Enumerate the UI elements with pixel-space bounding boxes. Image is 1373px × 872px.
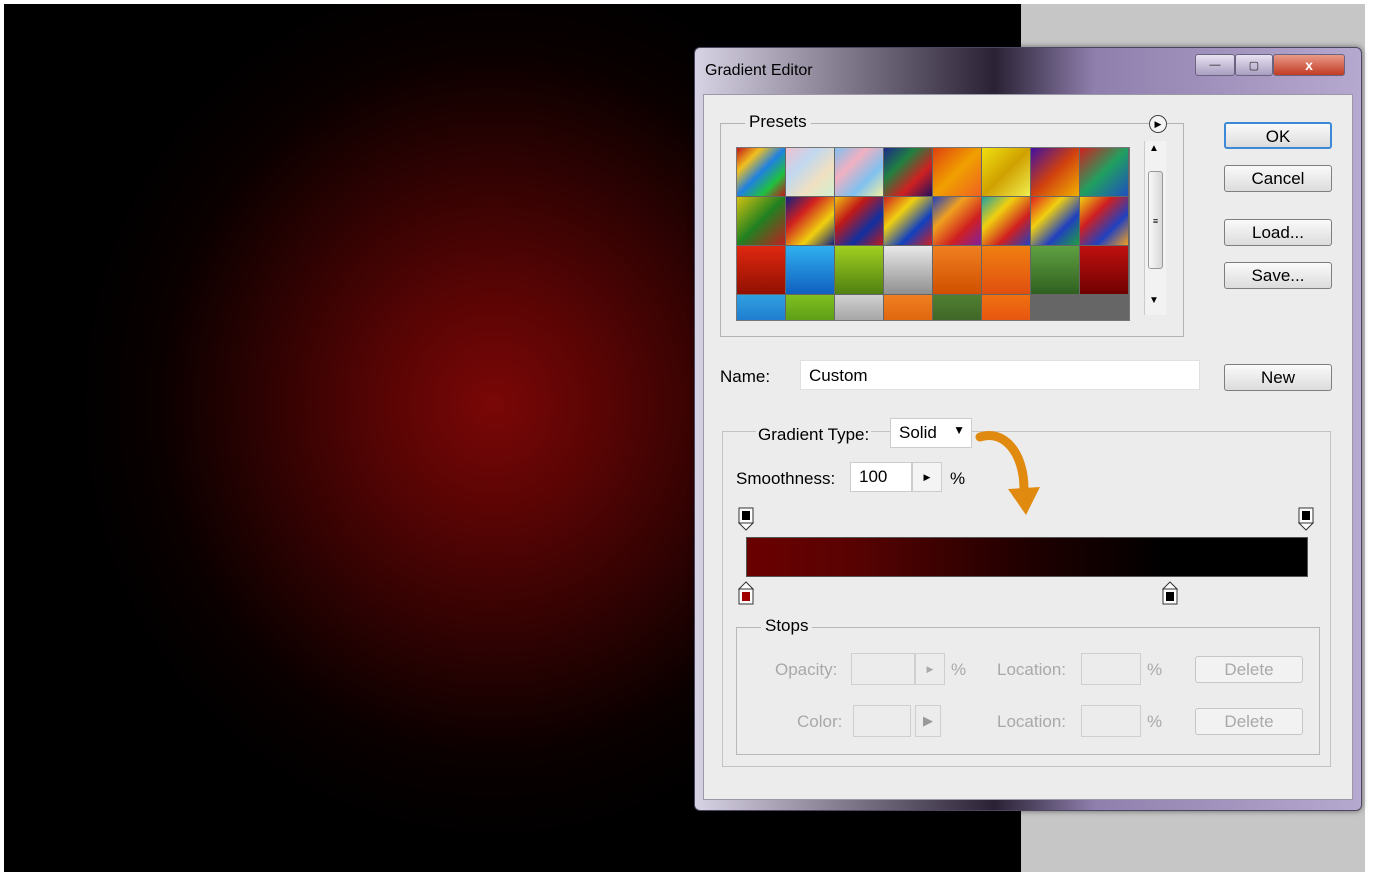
preset-swatch[interactable] bbox=[835, 246, 883, 294]
preset-swatch[interactable] bbox=[933, 295, 981, 320]
smoothness-unit: % bbox=[950, 469, 966, 488]
presets-group: Presets ▶ bbox=[720, 112, 1184, 337]
gradient-type-value: Solid bbox=[899, 423, 937, 442]
preset-swatch[interactable] bbox=[835, 295, 883, 320]
opacity-input[interactable] bbox=[851, 653, 915, 685]
gradient-editor-dialog: Gradient Editor — ▢ x Presets ▶ ▲ ≡ ▼ OK… bbox=[694, 47, 1362, 811]
preset-swatch[interactable] bbox=[1031, 197, 1079, 245]
preset-swatch[interactable] bbox=[737, 295, 785, 320]
preset-swatch[interactable] bbox=[737, 246, 785, 294]
preset-swatch[interactable] bbox=[884, 246, 932, 294]
presets-legend: Presets bbox=[745, 112, 811, 132]
chevron-down-icon: ▼ bbox=[953, 423, 965, 437]
preset-swatch[interactable] bbox=[1031, 148, 1079, 196]
smoothness-stepper[interactable]: ▶ bbox=[912, 462, 942, 492]
preset-swatch[interactable] bbox=[786, 295, 834, 320]
smoothness-label: Smoothness: bbox=[736, 469, 836, 488]
gradient-preview-bar[interactable] bbox=[746, 537, 1308, 577]
preset-swatch[interactable] bbox=[737, 197, 785, 245]
preset-swatch[interactable] bbox=[982, 295, 1030, 320]
delete-opacity-stop-button[interactable]: Delete bbox=[1195, 656, 1303, 683]
preset-swatch[interactable] bbox=[1080, 197, 1128, 245]
smoothness-input[interactable]: 100 bbox=[850, 462, 912, 492]
stops-legend: Stops bbox=[761, 616, 813, 636]
preset-swatch[interactable] bbox=[737, 148, 785, 196]
color-swatch[interactable] bbox=[853, 705, 911, 737]
preset-swatch[interactable] bbox=[982, 148, 1030, 196]
color-stop-right[interactable] bbox=[1162, 581, 1178, 605]
scroll-up-arrow-icon[interactable]: ▲ bbox=[1149, 143, 1159, 154]
opacity-location-label: Location: bbox=[997, 660, 1066, 679]
preset-swatch[interactable] bbox=[933, 148, 981, 196]
opacity-stop-right[interactable] bbox=[1298, 507, 1314, 531]
presets-scrollbar[interactable]: ▲ ≡ ▼ bbox=[1144, 141, 1166, 315]
opacity-label: Opacity: bbox=[775, 660, 838, 679]
opacity-stop-left[interactable] bbox=[738, 507, 754, 531]
presets-menu-icon[interactable]: ▶ bbox=[1149, 115, 1167, 133]
preset-swatch[interactable] bbox=[933, 246, 981, 294]
opacity-stepper[interactable]: ▶ bbox=[915, 653, 945, 685]
preset-swatch[interactable] bbox=[884, 295, 932, 320]
ok-button[interactable]: OK bbox=[1224, 122, 1332, 149]
save-button[interactable]: Save... bbox=[1224, 262, 1332, 289]
gradient-type-label: Gradient Type: bbox=[756, 425, 872, 445]
delete-color-stop-button[interactable]: Delete bbox=[1195, 708, 1303, 735]
color-location-label: Location: bbox=[997, 712, 1066, 731]
preset-swatch[interactable] bbox=[786, 246, 834, 294]
maximize-button[interactable]: ▢ bbox=[1235, 54, 1273, 76]
preset-swatch[interactable] bbox=[884, 148, 932, 196]
color-label: Color: bbox=[797, 712, 843, 731]
color-picker-arrow-icon[interactable]: ▶ bbox=[915, 705, 941, 737]
close-button[interactable]: x bbox=[1273, 54, 1345, 76]
dialog-body: Presets ▶ ▲ ≡ ▼ OK Cancel Load... Save..… bbox=[703, 94, 1353, 800]
scroll-thumb[interactable]: ≡ bbox=[1148, 171, 1163, 269]
load-button[interactable]: Load... bbox=[1224, 219, 1332, 246]
color-location-input[interactable] bbox=[1081, 705, 1141, 737]
preset-swatch[interactable] bbox=[786, 197, 834, 245]
opacity-location-input[interactable] bbox=[1081, 653, 1141, 685]
preset-swatch[interactable] bbox=[835, 148, 883, 196]
gradient-type-select[interactable]: Solid ▼ bbox=[890, 418, 972, 448]
scroll-down-arrow-icon[interactable]: ▼ bbox=[1149, 295, 1159, 306]
stops-group: Stops Opacity: ▶ % Location: % Delete Co… bbox=[736, 616, 1320, 755]
preset-swatch-grid bbox=[736, 147, 1130, 321]
cancel-button[interactable]: Cancel bbox=[1224, 165, 1332, 192]
preset-swatch[interactable] bbox=[786, 148, 834, 196]
annotation-arrow-icon bbox=[975, 431, 1040, 515]
preset-swatch[interactable] bbox=[835, 197, 883, 245]
preset-swatch[interactable] bbox=[1031, 246, 1079, 294]
new-button[interactable]: New bbox=[1224, 364, 1332, 391]
preset-swatch[interactable] bbox=[884, 197, 932, 245]
preset-swatch[interactable] bbox=[982, 197, 1030, 245]
preset-swatch[interactable] bbox=[982, 246, 1030, 294]
name-input[interactable]: Custom bbox=[800, 360, 1200, 390]
preset-swatch[interactable] bbox=[1080, 246, 1128, 294]
color-stop-left[interactable] bbox=[738, 581, 754, 605]
preset-swatch[interactable] bbox=[933, 197, 981, 245]
window-title: Gradient Editor bbox=[705, 62, 813, 79]
opacity-percent: % bbox=[951, 660, 967, 679]
opacity-location-percent: % bbox=[1147, 660, 1163, 679]
title-bar[interactable]: Gradient Editor — ▢ x bbox=[695, 48, 1361, 92]
preset-swatch[interactable] bbox=[1080, 148, 1128, 196]
minimize-button[interactable]: — bbox=[1195, 54, 1235, 76]
name-label: Name: bbox=[720, 367, 771, 386]
color-location-percent: % bbox=[1147, 712, 1163, 731]
